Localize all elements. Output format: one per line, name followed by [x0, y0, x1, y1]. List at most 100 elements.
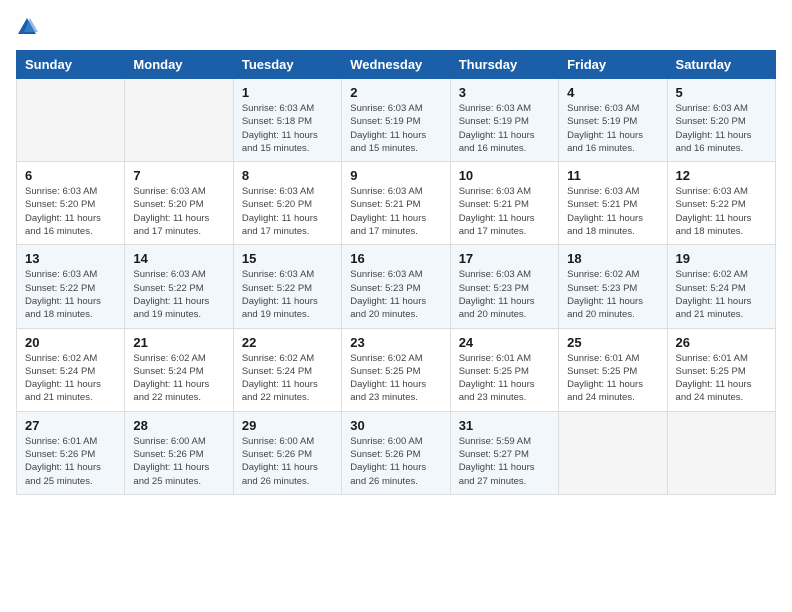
- day-detail: Sunrise: 6:03 AMSunset: 5:22 PMDaylight:…: [242, 268, 333, 321]
- weekday-header: Sunday: [17, 51, 125, 79]
- calendar-week-row: 20 Sunrise: 6:02 AMSunset: 5:24 PMDayligh…: [17, 328, 776, 411]
- calendar-day-cell: 3 Sunrise: 6:03 AMSunset: 5:19 PMDaylight…: [450, 79, 558, 162]
- calendar-week-row: 13 Sunrise: 6:03 AMSunset: 5:22 PMDayligh…: [17, 245, 776, 328]
- calendar-day-cell: 7 Sunrise: 6:03 AMSunset: 5:20 PMDaylight…: [125, 162, 233, 245]
- weekday-header: Thursday: [450, 51, 558, 79]
- day-number: 31: [459, 418, 550, 433]
- calendar-day-cell: 1 Sunrise: 6:03 AMSunset: 5:18 PMDaylight…: [233, 79, 341, 162]
- weekday-header: Tuesday: [233, 51, 341, 79]
- day-detail: Sunrise: 6:03 AMSunset: 5:18 PMDaylight:…: [242, 102, 333, 155]
- day-number: 24: [459, 335, 550, 350]
- day-number: 2: [350, 85, 441, 100]
- calendar-day-cell: 21 Sunrise: 6:02 AMSunset: 5:24 PMDayligh…: [125, 328, 233, 411]
- day-number: 3: [459, 85, 550, 100]
- day-number: 18: [567, 251, 658, 266]
- calendar-week-row: 6 Sunrise: 6:03 AMSunset: 5:20 PMDaylight…: [17, 162, 776, 245]
- day-detail: Sunrise: 6:02 AMSunset: 5:24 PMDaylight:…: [25, 352, 116, 405]
- day-detail: Sunrise: 6:03 AMSunset: 5:20 PMDaylight:…: [25, 185, 116, 238]
- day-detail: Sunrise: 6:03 AMSunset: 5:21 PMDaylight:…: [350, 185, 441, 238]
- day-number: 25: [567, 335, 658, 350]
- day-number: 12: [676, 168, 767, 183]
- day-detail: Sunrise: 6:03 AMSunset: 5:19 PMDaylight:…: [459, 102, 550, 155]
- day-number: 30: [350, 418, 441, 433]
- calendar-day-cell: 11 Sunrise: 6:03 AMSunset: 5:21 PMDayligh…: [559, 162, 667, 245]
- calendar-day-cell: 31 Sunrise: 5:59 AMSunset: 5:27 PMDayligh…: [450, 411, 558, 494]
- calendar-day-cell: 15 Sunrise: 6:03 AMSunset: 5:22 PMDayligh…: [233, 245, 341, 328]
- day-detail: Sunrise: 6:03 AMSunset: 5:21 PMDaylight:…: [567, 185, 658, 238]
- calendar-day-cell: 18 Sunrise: 6:02 AMSunset: 5:23 PMDayligh…: [559, 245, 667, 328]
- calendar-day-cell: 4 Sunrise: 6:03 AMSunset: 5:19 PMDaylight…: [559, 79, 667, 162]
- day-detail: Sunrise: 6:02 AMSunset: 5:23 PMDaylight:…: [567, 268, 658, 321]
- day-number: 26: [676, 335, 767, 350]
- weekday-header: Wednesday: [342, 51, 450, 79]
- day-detail: Sunrise: 6:03 AMSunset: 5:20 PMDaylight:…: [133, 185, 224, 238]
- logo-icon: [16, 16, 38, 38]
- calendar-day-cell: 30Sunrise: 6:00 AMSunset: 5:26 PMDayligh…: [342, 411, 450, 494]
- day-detail: Sunrise: 6:01 AMSunset: 5:25 PMDaylight:…: [676, 352, 767, 405]
- day-detail: Sunrise: 6:03 AMSunset: 5:22 PMDaylight:…: [25, 268, 116, 321]
- calendar-day-cell: 22Sunrise: 6:02 AMSunset: 5:24 PMDayligh…: [233, 328, 341, 411]
- calendar-day-cell: 10 Sunrise: 6:03 AMSunset: 5:21 PMDayligh…: [450, 162, 558, 245]
- day-detail: Sunrise: 6:03 AMSunset: 5:23 PMDaylight:…: [459, 268, 550, 321]
- day-detail: Sunrise: 6:03 AMSunset: 5:19 PMDaylight:…: [350, 102, 441, 155]
- calendar-table: SundayMondayTuesdayWednesdayThursdayFrid…: [16, 50, 776, 495]
- day-number: 20: [25, 335, 116, 350]
- day-number: 15: [242, 251, 333, 266]
- logo: [16, 16, 42, 38]
- calendar-day-cell: 25 Sunrise: 6:01 AMSunset: 5:25 PMDayligh…: [559, 328, 667, 411]
- calendar-day-cell: 27 Sunrise: 6:01 AMSunset: 5:26 PMDayligh…: [17, 411, 125, 494]
- day-detail: Sunrise: 6:03 AMSunset: 5:20 PMDaylight:…: [242, 185, 333, 238]
- day-detail: Sunrise: 6:03 AMSunset: 5:21 PMDaylight:…: [459, 185, 550, 238]
- day-number: 7: [133, 168, 224, 183]
- calendar-day-cell: 13 Sunrise: 6:03 AMSunset: 5:22 PMDayligh…: [17, 245, 125, 328]
- calendar-day-cell: 20 Sunrise: 6:02 AMSunset: 5:24 PMDayligh…: [17, 328, 125, 411]
- calendar-day-cell: 14Sunrise: 6:03 AMSunset: 5:22 PMDayligh…: [125, 245, 233, 328]
- day-detail: Sunrise: 6:01 AMSunset: 5:25 PMDaylight:…: [567, 352, 658, 405]
- day-detail: Sunrise: 6:03 AMSunset: 5:22 PMDaylight:…: [676, 185, 767, 238]
- day-number: 5: [676, 85, 767, 100]
- day-number: 27: [25, 418, 116, 433]
- day-detail: Sunrise: 6:03 AMSunset: 5:19 PMDaylight:…: [567, 102, 658, 155]
- day-number: 11: [567, 168, 658, 183]
- day-number: 9: [350, 168, 441, 183]
- header: [16, 16, 776, 38]
- calendar-day-cell: 6 Sunrise: 6:03 AMSunset: 5:20 PMDaylight…: [17, 162, 125, 245]
- calendar-day-cell: 29 Sunrise: 6:00 AMSunset: 5:26 PMDayligh…: [233, 411, 341, 494]
- day-detail: Sunrise: 6:00 AMSunset: 5:26 PMDaylight:…: [242, 435, 333, 488]
- day-number: 6: [25, 168, 116, 183]
- calendar-day-cell: 9 Sunrise: 6:03 AMSunset: 5:21 PMDaylight…: [342, 162, 450, 245]
- day-number: 16: [350, 251, 441, 266]
- day-number: 29: [242, 418, 333, 433]
- day-detail: Sunrise: 6:02 AMSunset: 5:25 PMDaylight:…: [350, 352, 441, 405]
- calendar-day-cell: 28Sunrise: 6:00 AMSunset: 5:26 PMDayligh…: [125, 411, 233, 494]
- weekday-header: Friday: [559, 51, 667, 79]
- day-detail: Sunrise: 6:03 AMSunset: 5:20 PMDaylight:…: [676, 102, 767, 155]
- calendar-day-cell: [125, 79, 233, 162]
- day-number: 10: [459, 168, 550, 183]
- day-detail: Sunrise: 6:03 AMSunset: 5:23 PMDaylight:…: [350, 268, 441, 321]
- day-number: 28: [133, 418, 224, 433]
- calendar-day-cell: 2 Sunrise: 6:03 AMSunset: 5:19 PMDaylight…: [342, 79, 450, 162]
- day-detail: Sunrise: 5:59 AMSunset: 5:27 PMDaylight:…: [459, 435, 550, 488]
- calendar-day-cell: 8 Sunrise: 6:03 AMSunset: 5:20 PMDaylight…: [233, 162, 341, 245]
- calendar-day-cell: 19 Sunrise: 6:02 AMSunset: 5:24 PMDayligh…: [667, 245, 775, 328]
- day-detail: Sunrise: 6:02 AMSunset: 5:24 PMDaylight:…: [676, 268, 767, 321]
- day-number: 8: [242, 168, 333, 183]
- day-number: 1: [242, 85, 333, 100]
- calendar-day-cell: 26 Sunrise: 6:01 AMSunset: 5:25 PMDayligh…: [667, 328, 775, 411]
- day-number: 21: [133, 335, 224, 350]
- day-number: 19: [676, 251, 767, 266]
- weekday-header-row: SundayMondayTuesdayWednesdayThursdayFrid…: [17, 51, 776, 79]
- day-detail: Sunrise: 6:01 AMSunset: 5:26 PMDaylight:…: [25, 435, 116, 488]
- day-number: 22: [242, 335, 333, 350]
- day-number: 17: [459, 251, 550, 266]
- calendar-day-cell: 5 Sunrise: 6:03 AMSunset: 5:20 PMDaylight…: [667, 79, 775, 162]
- weekday-header: Monday: [125, 51, 233, 79]
- day-number: 4: [567, 85, 658, 100]
- calendar-week-row: 1 Sunrise: 6:03 AMSunset: 5:18 PMDaylight…: [17, 79, 776, 162]
- calendar-day-cell: 24Sunrise: 6:01 AMSunset: 5:25 PMDayligh…: [450, 328, 558, 411]
- day-detail: Sunrise: 6:03 AMSunset: 5:22 PMDaylight:…: [133, 268, 224, 321]
- day-detail: Sunrise: 6:02 AMSunset: 5:24 PMDaylight:…: [133, 352, 224, 405]
- day-number: 13: [25, 251, 116, 266]
- day-number: 23: [350, 335, 441, 350]
